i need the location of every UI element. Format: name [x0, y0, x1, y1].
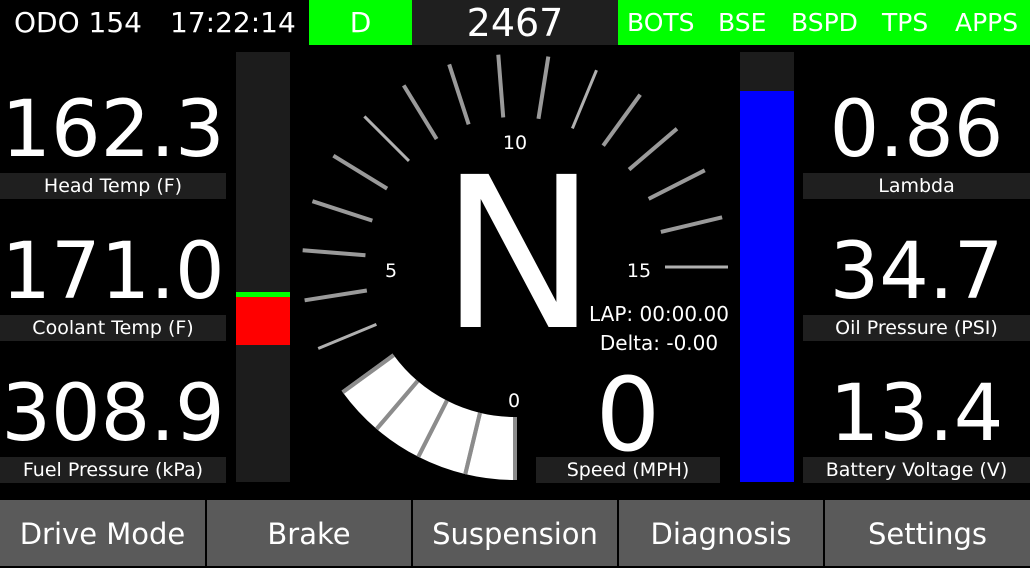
head-temp-label: Head Temp (F) — [0, 173, 226, 199]
temp-bar-track — [236, 52, 290, 482]
fuel-pressure-label: Fuel Pressure (kPa) — [0, 457, 226, 483]
head-temp-value: 162.3 — [1, 85, 225, 175]
gauge-tick — [332, 154, 389, 191]
gauge-tick — [601, 93, 642, 147]
gauge-tick — [302, 248, 366, 258]
diagnosis-button[interactable]: Diagnosis — [619, 500, 823, 566]
battery-voltage-label: Battery Voltage (V) — [803, 457, 1030, 483]
gauge-label-5: 5 — [385, 260, 397, 282]
level-bar-fill — [740, 91, 794, 482]
coolant-temp-label: Coolant Temp (F) — [0, 315, 226, 341]
gauge-tick — [647, 168, 706, 201]
battery-voltage-value: 13.4 — [829, 369, 1004, 459]
bottom-nav: Drive Mode Brake Suspension Diagnosis Se… — [0, 500, 1030, 566]
speed-value: 0 — [595, 356, 661, 475]
gear-position: N — [440, 132, 598, 377]
flag-apps: APPS — [955, 8, 1019, 37]
fuel-pressure-value: 308.9 — [1, 369, 225, 459]
gauge-label-15: 15 — [627, 260, 651, 282]
fault-flags: BOTS BSE BSPD TPS APPS — [618, 0, 1030, 45]
clock: 17:22:14 — [170, 6, 296, 39]
gauge-tick — [304, 288, 368, 303]
gauge-tick — [660, 215, 723, 234]
coolant-temp-value: 171.0 — [1, 227, 225, 317]
gauge-tick — [627, 127, 679, 172]
temp-bar-fill — [236, 297, 290, 345]
gauge-tick — [363, 115, 410, 162]
oil-pressure-label: Oil Pressure (PSI) — [803, 315, 1030, 341]
flag-bspd: BSPD — [791, 8, 858, 37]
gauge-tick — [571, 69, 598, 129]
lap-delta: Delta: -0.00 — [599, 331, 719, 355]
flag-bse: BSE — [718, 8, 767, 37]
gauge-tick — [402, 84, 439, 141]
drive-gear-indicator: D — [309, 0, 412, 45]
flag-bots: BOTS — [627, 8, 695, 37]
suspension-button[interactable]: Suspension — [413, 500, 617, 566]
rpm-readout: 2467 — [412, 0, 618, 45]
top-status-bar: ODO 154 17:22:14 D 2467 BOTS BSE BSPD TP… — [0, 0, 1030, 45]
gauge-tick — [536, 56, 551, 120]
oil-pressure-value: 34.7 — [829, 227, 1004, 317]
level-bar-track — [740, 52, 794, 482]
lap-time: LAP: 00:00.00 — [589, 302, 729, 326]
flag-tps: TPS — [882, 8, 929, 37]
gauge-tick — [496, 54, 506, 118]
settings-button[interactable]: Settings — [825, 500, 1030, 566]
gauge-tick — [317, 323, 377, 350]
drive-mode-button[interactable]: Drive Mode — [0, 500, 205, 566]
lambda-label: Lambda — [803, 173, 1030, 199]
odometer: ODO 154 — [14, 6, 142, 39]
gauge-tick — [311, 199, 373, 223]
gauge-label-0: 0 — [508, 390, 520, 412]
temp-bar-marker — [236, 292, 290, 297]
lambda-value: 0.86 — [829, 85, 1004, 175]
gauge-tick — [447, 63, 471, 125]
brake-button[interactable]: Brake — [207, 500, 411, 566]
speed-label: Speed (MPH) — [536, 457, 720, 483]
